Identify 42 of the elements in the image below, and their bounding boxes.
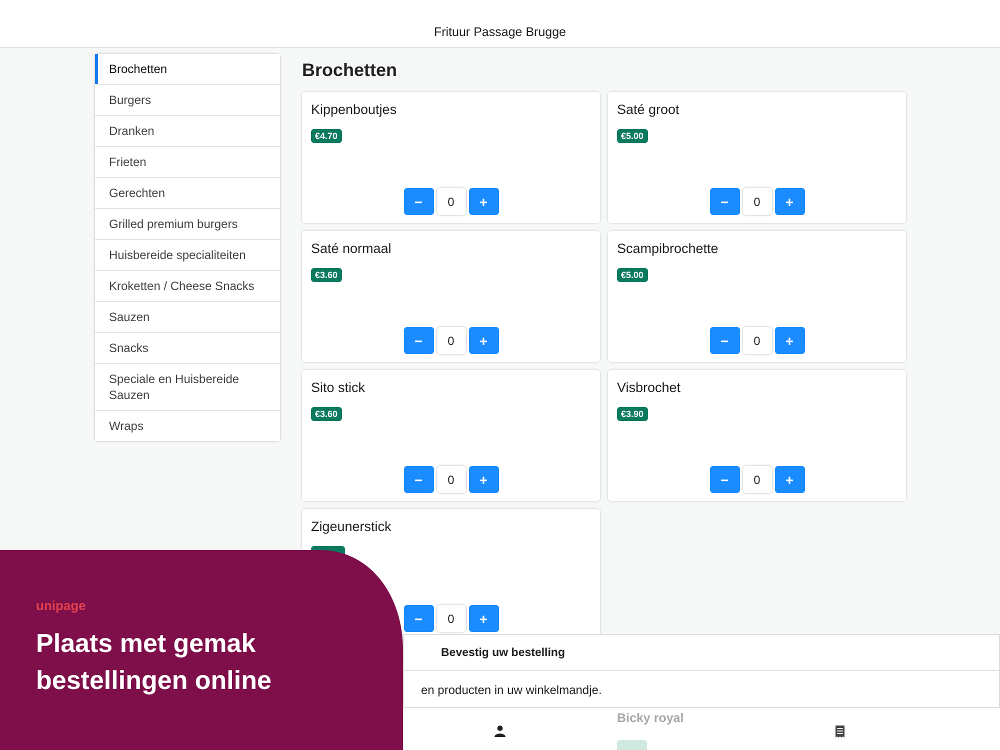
- price-badge: €4.70: [311, 129, 342, 143]
- promo-headline: Plaats met gemak bestellingen online: [36, 627, 272, 697]
- quantity-field[interactable]: 0: [436, 327, 466, 354]
- category-item[interactable]: Grilled premium burgers: [95, 209, 280, 240]
- receipt-icon[interactable]: [835, 725, 845, 738]
- product-name: Saté normaal: [311, 241, 392, 256]
- price-badge: [617, 740, 647, 750]
- page-title: Frituur Passage Brugge: [434, 24, 566, 38]
- product-name: Zigeunerstick: [311, 519, 392, 534]
- sheet-title: Bevestig uw bestelling: [441, 646, 565, 658]
- category-item[interactable]: Dranken: [95, 116, 280, 147]
- product-name: Kippenboutjes: [311, 102, 398, 117]
- category-item[interactable]: Huisbereide specialiteiten: [95, 240, 280, 271]
- quantity-field[interactable]: 0: [742, 466, 772, 493]
- quantity-field[interactable]: 0: [742, 188, 772, 215]
- category-item[interactable]: Brochetten: [95, 54, 280, 85]
- price-badge: €3.90: [617, 407, 648, 421]
- category-item[interactable]: Sauzen: [95, 302, 280, 333]
- sheet-message: en producten in uw winkelmandje.: [421, 682, 602, 696]
- person-icon[interactable]: [494, 725, 506, 737]
- quantity-field[interactable]: 0: [436, 605, 466, 632]
- category-item[interactable]: Frieten: [95, 147, 280, 178]
- price-badge: €5.00: [617, 268, 648, 282]
- brand-logo: unipage: [36, 598, 86, 613]
- quantity-field[interactable]: 0: [436, 466, 466, 493]
- category-item[interactable]: Gerechten: [95, 178, 280, 209]
- category-item[interactable]: Speciale en Huisbereide Sauzen: [95, 364, 280, 411]
- category-item[interactable]: Kroketten / Cheese Snacks: [95, 271, 280, 302]
- price-badge: €5.00: [617, 129, 648, 143]
- category-item[interactable]: Wraps: [95, 411, 280, 441]
- product-name: Saté groot: [617, 102, 680, 117]
- category-item[interactable]: Burgers: [95, 85, 280, 116]
- price-badge: €3.60: [311, 268, 342, 282]
- product-name: Visbrochet: [617, 380, 682, 395]
- product-name: Bicky royal: [617, 711, 684, 725]
- price-badge: €3.60: [311, 407, 342, 421]
- category-item[interactable]: Snacks: [95, 333, 280, 364]
- section-title: Brochetten: [302, 60, 398, 81]
- product-name: Scampibrochette: [617, 241, 720, 256]
- quantity-field[interactable]: 0: [742, 327, 772, 354]
- product-name: Sito stick: [311, 380, 366, 395]
- quantity-field[interactable]: 0: [436, 188, 466, 215]
